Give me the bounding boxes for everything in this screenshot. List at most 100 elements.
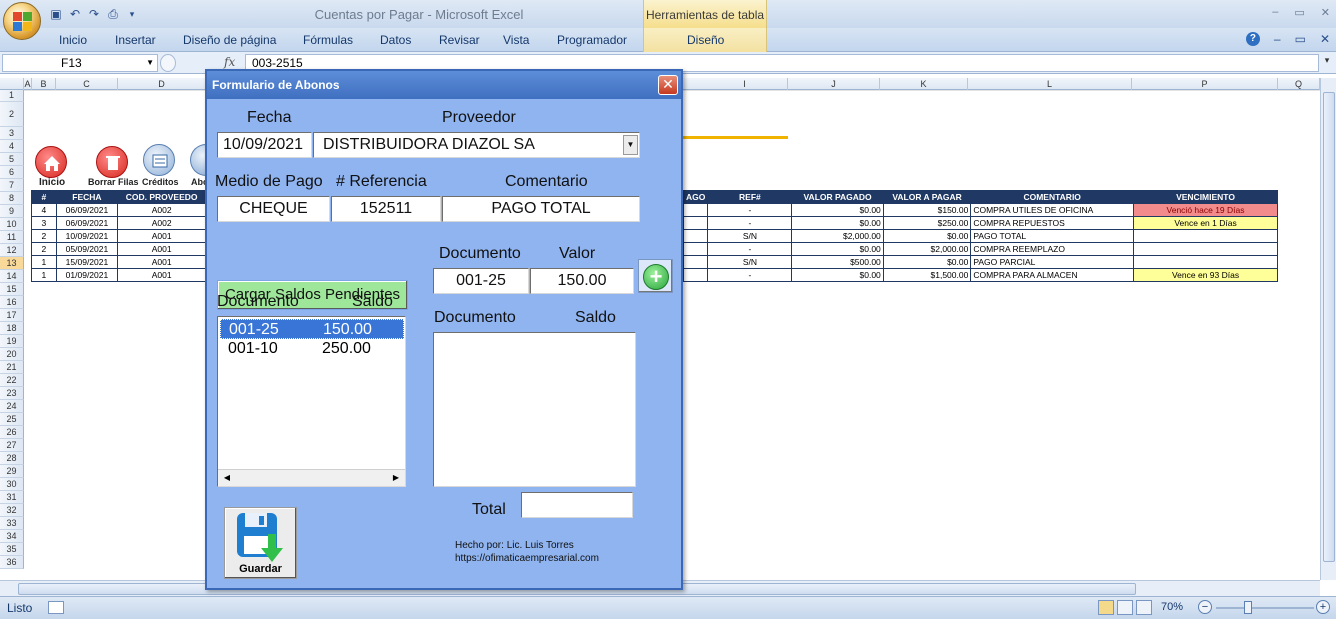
valor-field[interactable]: 150.00: [530, 268, 634, 294]
close-window-button[interactable]: ✕: [1321, 6, 1330, 19]
row-header[interactable]: 25: [0, 413, 24, 426]
list-item[interactable]: 001-10 250.00: [220, 339, 404, 359]
page-break-icon[interactable]: [1136, 600, 1152, 615]
table-cell[interactable]: [682, 203, 709, 217]
col-header[interactable]: A: [24, 78, 32, 90]
page-layout-icon[interactable]: [1117, 600, 1133, 615]
credits-icon[interactable]: [143, 144, 175, 176]
col-header[interactable]: J: [788, 78, 880, 90]
table-cell[interactable]: -: [707, 242, 793, 256]
table-cell[interactable]: $0.00: [882, 229, 972, 243]
delete-rows-icon[interactable]: [96, 146, 128, 178]
row-header[interactable]: 6: [0, 166, 24, 179]
help-icon[interactable]: ?: [1245, 32, 1260, 46]
row-header[interactable]: 12: [0, 244, 24, 257]
table-cell[interactable]: $0.00: [791, 242, 884, 256]
inicio-button-label[interactable]: Inicio: [39, 177, 65, 188]
table-header[interactable]: VENCIMIENTO: [1133, 190, 1278, 204]
table-cell[interactable]: 10/09/2021: [55, 229, 119, 243]
home-icon[interactable]: [35, 146, 67, 178]
vertical-scroll-thumb[interactable]: [1323, 92, 1335, 562]
documentos-abonados-list[interactable]: [433, 332, 636, 487]
table-cell[interactable]: 2: [31, 229, 57, 243]
table-header[interactable]: AGO: [682, 190, 709, 204]
tab-revisar[interactable]: Revisar: [439, 33, 480, 47]
table-cell[interactable]: 1: [31, 255, 57, 269]
table-cell[interactable]: S/N: [707, 255, 793, 269]
ribbon-close-icon[interactable]: ✕: [1320, 32, 1330, 46]
col-header[interactable]: B: [32, 78, 56, 90]
office-button[interactable]: [3, 2, 41, 40]
table-cell[interactable]: -: [707, 216, 793, 230]
row-header[interactable]: 8: [0, 192, 24, 205]
table-cell[interactable]: [1133, 229, 1278, 243]
creditos-label[interactable]: Créditos: [142, 177, 179, 187]
row-header[interactable]: 31: [0, 491, 24, 504]
table-header[interactable]: COD. PROVEEDO: [117, 190, 206, 204]
table-cell[interactable]: -: [707, 203, 793, 217]
scroll-right-icon[interactable]: ▶: [389, 471, 403, 485]
comentario-field[interactable]: PAGO TOTAL: [442, 196, 640, 222]
close-icon[interactable]: ✕: [658, 75, 678, 95]
scroll-left-icon[interactable]: ◀: [220, 471, 234, 485]
list-horizontal-scrollbar[interactable]: ◀ ▶: [218, 469, 405, 486]
table-cell[interactable]: [682, 255, 709, 269]
tab-datos[interactable]: Datos: [380, 33, 411, 47]
table-cell[interactable]: [682, 242, 709, 256]
col-header[interactable]: L: [968, 78, 1132, 90]
zoom-slider[interactable]: [1216, 607, 1314, 609]
restore-button[interactable]: ▭: [1294, 6, 1304, 19]
col-header[interactable]: K: [880, 78, 968, 90]
row-header[interactable]: 33: [0, 517, 24, 530]
row-header[interactable]: 20: [0, 348, 24, 361]
row-header[interactable]: 35: [0, 543, 24, 556]
table-cell[interactable]: A001: [117, 242, 206, 256]
zoom-level[interactable]: 70%: [1161, 601, 1183, 613]
name-box[interactable]: F13 ▼: [2, 54, 158, 72]
table-cell[interactable]: 4: [31, 203, 57, 217]
tab-diseno[interactable]: Diseño: [687, 33, 724, 47]
formula-bar-splitter[interactable]: [160, 54, 176, 72]
zoom-out-icon[interactable]: −: [1198, 600, 1212, 614]
table-cell[interactable]: $2,000.00: [791, 229, 884, 243]
saldos-pendientes-list[interactable]: 001-25 150.00 001-10 250.00 ◀ ▶: [217, 316, 406, 487]
row-header[interactable]: 21: [0, 361, 24, 374]
row-header[interactable]: 13: [0, 257, 24, 270]
table-cell[interactable]: S/N: [707, 229, 793, 243]
tab-diseno-pagina[interactable]: Diseño de página: [183, 33, 276, 47]
row-header[interactable]: 17: [0, 309, 24, 322]
table-cell[interactable]: A002: [117, 216, 206, 230]
table-cell[interactable]: PAGO TOTAL: [970, 229, 1135, 243]
row-header[interactable]: 29: [0, 465, 24, 478]
row-header[interactable]: 18: [0, 322, 24, 335]
row-header[interactable]: 24: [0, 400, 24, 413]
row-header[interactable]: 10: [0, 218, 24, 231]
row-header[interactable]: 4: [0, 140, 24, 153]
col-header[interactable]: P: [1132, 78, 1278, 90]
table-cell[interactable]: Vence en 1 Días: [1133, 216, 1278, 230]
col-header[interactable]: I: [702, 78, 788, 90]
zoom-slider-thumb[interactable]: [1244, 601, 1252, 614]
row-header[interactable]: 22: [0, 374, 24, 387]
table-cell[interactable]: COMPRA UTILES DE OFICINA: [970, 203, 1135, 217]
proveedor-combobox[interactable]: DISTRIBUIDORA DIAZOL SA ▼: [313, 132, 640, 158]
macro-record-icon[interactable]: [48, 601, 64, 614]
table-cell[interactable]: $0.00: [791, 268, 884, 282]
table-cell[interactable]: $0.00: [791, 216, 884, 230]
documento-field[interactable]: 001-25: [433, 268, 529, 294]
table-cell[interactable]: COMPRA PARA ALMACEN: [970, 268, 1135, 282]
guardar-button[interactable]: Guardar: [224, 507, 297, 579]
table-cell[interactable]: 06/09/2021: [55, 216, 119, 230]
row-header[interactable]: 36: [0, 556, 24, 569]
chevron-down-icon[interactable]: ▼: [623, 135, 638, 155]
table-header[interactable]: VALOR A PAGAR: [882, 190, 972, 204]
row-header[interactable]: 16: [0, 296, 24, 309]
row-header[interactable]: 14: [0, 270, 24, 283]
table-cell[interactable]: 15/09/2021: [55, 255, 119, 269]
row-header[interactable]: 1: [0, 90, 24, 102]
borrar-filas-label[interactable]: Borrar Filas: [88, 177, 139, 187]
table-cell[interactable]: Venció hace 19 Días: [1133, 203, 1278, 217]
zoom-in-icon[interactable]: +: [1316, 600, 1330, 614]
table-cell[interactable]: A002: [117, 203, 206, 217]
table-cell[interactable]: $2,000.00: [882, 242, 972, 256]
